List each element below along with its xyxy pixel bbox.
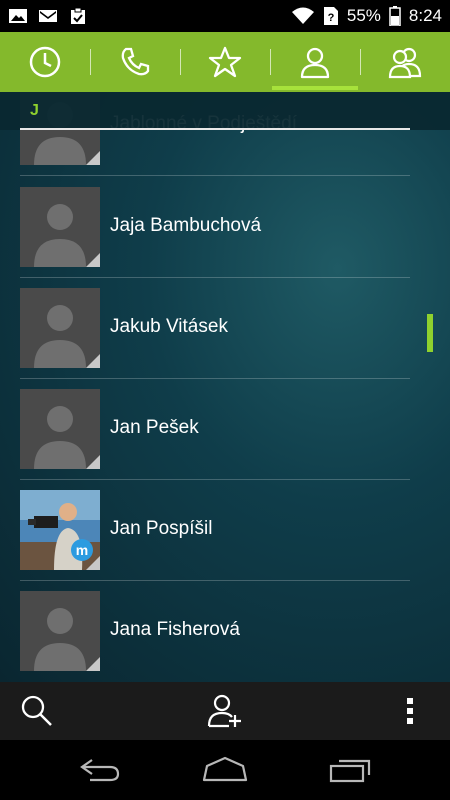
recent-apps-icon <box>329 759 371 783</box>
contact-name: Jakub Vitásek <box>110 316 228 337</box>
clock-icon <box>29 46 61 78</box>
contact-item[interactable]: Jakub Vitásek <box>20 278 410 379</box>
tab-dialer[interactable] <box>90 32 180 92</box>
wifi-icon <box>291 7 314 24</box>
avatar: m <box>20 490 100 570</box>
contact-photo: m <box>20 490 100 570</box>
person-icon <box>300 47 330 79</box>
recent-apps-button[interactable] <box>320 750 380 790</box>
section-letter: J <box>30 102 39 119</box>
image-icon <box>9 9 27 23</box>
avatar <box>20 389 100 469</box>
group-icon <box>388 47 422 79</box>
contact-item[interactable]: Jana Fisherová <box>20 581 410 682</box>
section-underline <box>20 128 410 130</box>
add-contact-button[interactable] <box>200 682 250 740</box>
contacts-list[interactable]: Jablonné v Podještědí J Jaja Bambuchová … <box>0 92 450 682</box>
tab-groups[interactable] <box>360 32 450 92</box>
gmail-icon <box>39 10 57 22</box>
tab-contacts[interactable] <box>270 32 360 92</box>
home-icon <box>202 756 248 782</box>
battery-icon <box>389 6 401 26</box>
contact-item[interactable]: Jaja Bambuchová <box>20 177 410 278</box>
contact-name: Jaja Bambuchová <box>110 215 262 236</box>
contact-item[interactable]: m Jan Pospíšil <box>20 480 410 581</box>
sim-unknown-icon: ? <box>323 7 338 25</box>
back-button[interactable] <box>70 750 130 790</box>
tab-recent-calls[interactable] <box>0 32 90 92</box>
avatar <box>20 591 100 671</box>
search-icon <box>21 695 52 726</box>
default-avatar-icon <box>34 204 86 267</box>
contact-name: Jan Pospíšil <box>110 518 213 539</box>
add-contact-icon <box>207 694 241 728</box>
battery-percent: 55% <box>346 6 381 25</box>
navigation-bar <box>0 740 450 800</box>
tab-bar <box>0 32 450 92</box>
tab-favorites[interactable] <box>180 32 270 92</box>
avatar <box>20 288 100 368</box>
status-bar: ? 55% 8:24 <box>0 0 450 32</box>
default-avatar-icon <box>34 406 86 469</box>
contact-item[interactable]: Jan Pešek <box>20 379 410 480</box>
action-bar <box>0 682 450 740</box>
svg-text:m: m <box>76 542 88 558</box>
clipboard-icon <box>71 7 85 24</box>
divider <box>20 175 410 176</box>
back-icon <box>80 759 120 782</box>
avatar <box>20 187 100 267</box>
default-avatar-icon <box>34 608 86 671</box>
default-avatar-icon <box>34 305 86 368</box>
contact-name: Jan Pešek <box>110 417 199 438</box>
home-button[interactable] <box>195 750 255 790</box>
phone-icon <box>121 47 150 76</box>
star-icon <box>208 46 242 78</box>
overflow-menu-button[interactable] <box>395 682 425 740</box>
search-button[interactable] <box>12 682 62 740</box>
section-header: J <box>0 92 450 130</box>
scrollbar-thumb[interactable] <box>427 314 433 352</box>
svg-text:?: ? <box>328 12 335 24</box>
contact-name: Jana Fisherová <box>110 619 240 640</box>
overflow-menu-icon <box>407 698 413 724</box>
clock-time: 8:24 <box>408 6 442 25</box>
